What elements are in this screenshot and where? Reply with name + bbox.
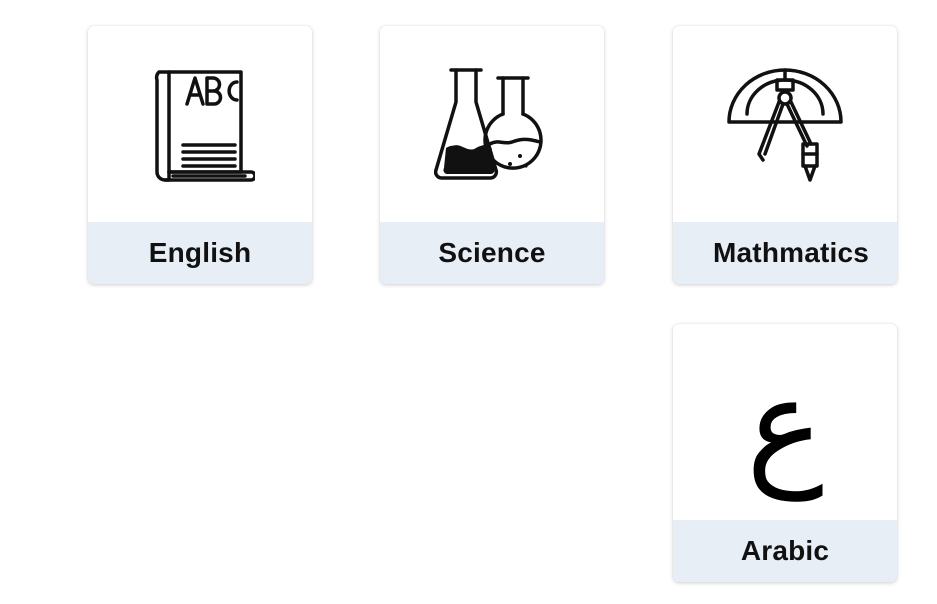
card-label-area: Mathmatics bbox=[673, 222, 897, 284]
card-icon-area: ع bbox=[673, 324, 897, 520]
subject-label: Science bbox=[438, 237, 546, 268]
protractor-compass-icon bbox=[727, 68, 843, 182]
card-label-area: Arabic bbox=[673, 520, 897, 582]
card-label-area: Science bbox=[380, 222, 604, 284]
card-icon-area bbox=[88, 26, 312, 222]
subject-card-mathmatics[interactable]: Mathmatics bbox=[673, 26, 897, 284]
subject-card-arabic[interactable]: ع Arabic bbox=[673, 324, 897, 582]
abc-book-icon bbox=[154, 70, 255, 182]
subject-label: English bbox=[148, 237, 252, 268]
card-label-area: English bbox=[88, 222, 312, 284]
subject-label: Mathmatics bbox=[713, 237, 870, 268]
flasks-icon bbox=[434, 68, 543, 180]
arabic-letter-ain-icon: ع bbox=[746, 349, 824, 501]
card-icon-area bbox=[673, 26, 897, 222]
subject-card-english[interactable]: English bbox=[88, 26, 312, 284]
subject-label: Arabic bbox=[740, 535, 830, 566]
subject-card-science[interactable]: Science bbox=[380, 26, 604, 284]
card-icon-area bbox=[380, 26, 604, 222]
